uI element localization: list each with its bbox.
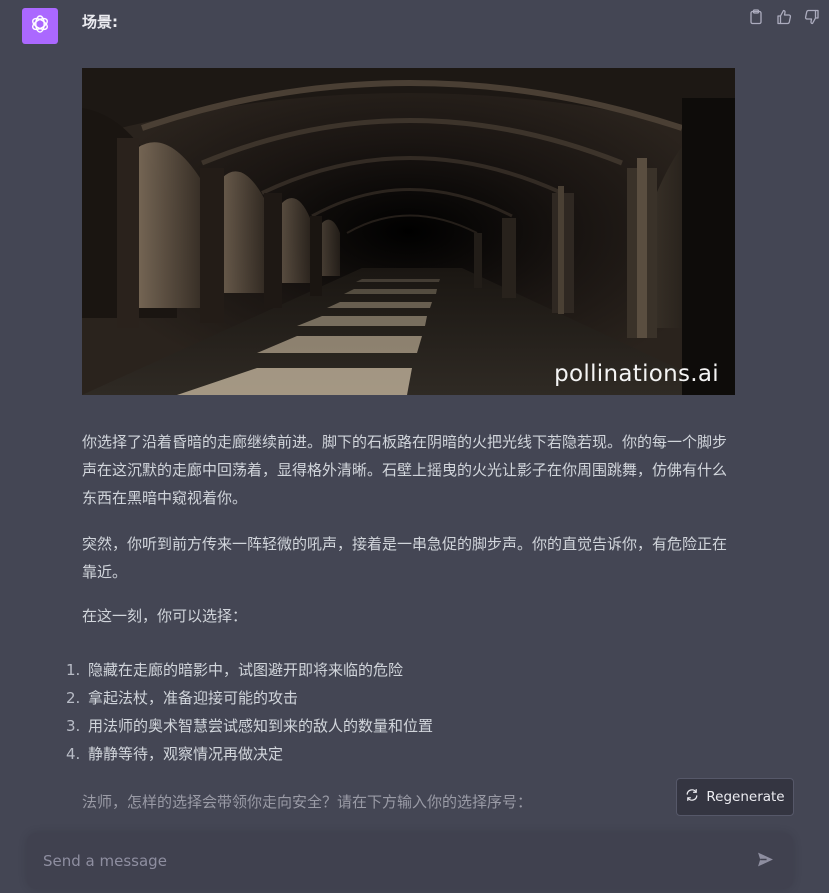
regenerate-label: Regenerate: [706, 789, 785, 805]
thumbs-down-button[interactable]: [803, 9, 821, 29]
thumbs-up-icon: [776, 9, 792, 29]
refresh-icon: [685, 788, 699, 806]
openai-logo-icon: [28, 12, 52, 40]
clipboard-icon: [748, 9, 764, 29]
list-item: 4. 静静等待，观察情况再做决定: [66, 740, 433, 768]
send-button[interactable]: [755, 851, 775, 871]
list-text: 拿起法杖，准备迎接可能的攻击: [88, 689, 299, 707]
story-paragraph: 你选择了沿着昏暗的走廊继续前进。脚下的石板路在阴暗的火把光线下若隐若现。你的每一…: [82, 433, 728, 507]
list-number: 1.: [66, 661, 81, 679]
generated-scene-image: pollinations.ai: [82, 68, 735, 395]
list-item: 2. 拿起法杖，准备迎接可能的攻击: [66, 684, 433, 712]
image-watermark: pollinations.ai: [554, 361, 719, 387]
message-composer: [27, 833, 793, 889]
regenerate-button[interactable]: Regenerate: [676, 778, 794, 816]
message-body: 你选择了沿着昏暗的走廊继续前进。脚下的石板路在阴暗的火把光线下若隐若现。你的每一…: [82, 428, 732, 648]
list-number: 4.: [66, 745, 81, 763]
assistant-avatar: [22, 8, 58, 44]
paper-plane-icon: [757, 851, 774, 872]
closing-question: 法师，怎样的选择会带领你走向安全？请在下方输入你的选择序号：: [82, 793, 533, 811]
thumbs-down-icon: [804, 9, 820, 29]
message-input[interactable]: [43, 833, 733, 889]
copy-button[interactable]: [747, 9, 765, 29]
thumbs-up-button[interactable]: [775, 9, 793, 29]
choice-intro: 在这一刻，你可以选择：: [82, 607, 248, 625]
assistant-message: 场景: pollinations.ai 你选择了沿着昏暗的走廊继续前进。脚下的石…: [0, 0, 829, 893]
story-paragraph: 突然，你听到前方传来一阵轻微的吼声，接着是一串急促的脚步声。你的直觉告诉你，有危…: [82, 535, 728, 581]
message-actions: [747, 9, 821, 29]
list-item: 1. 隐藏在走廊的暗影中，试图避开即将来临的危险: [66, 656, 433, 684]
list-number: 2.: [66, 689, 81, 707]
list-item: 3. 用法师的奥术智慧尝试感知到来的敌人的数量和位置: [66, 712, 433, 740]
list-text: 用法师的奥术智慧尝试感知到来的敌人的数量和位置: [88, 717, 434, 735]
list-text: 隐藏在走廊的暗影中，试图避开即将来临的危险: [88, 661, 404, 679]
list-text: 静静等待，观察情况再做决定: [88, 745, 284, 763]
choice-list: 1. 隐藏在走廊的暗影中，试图避开即将来临的危险 2. 拿起法杖，准备迎接可能的…: [66, 656, 433, 768]
list-number: 3.: [66, 717, 81, 735]
message-author: 场景:: [82, 13, 118, 31]
